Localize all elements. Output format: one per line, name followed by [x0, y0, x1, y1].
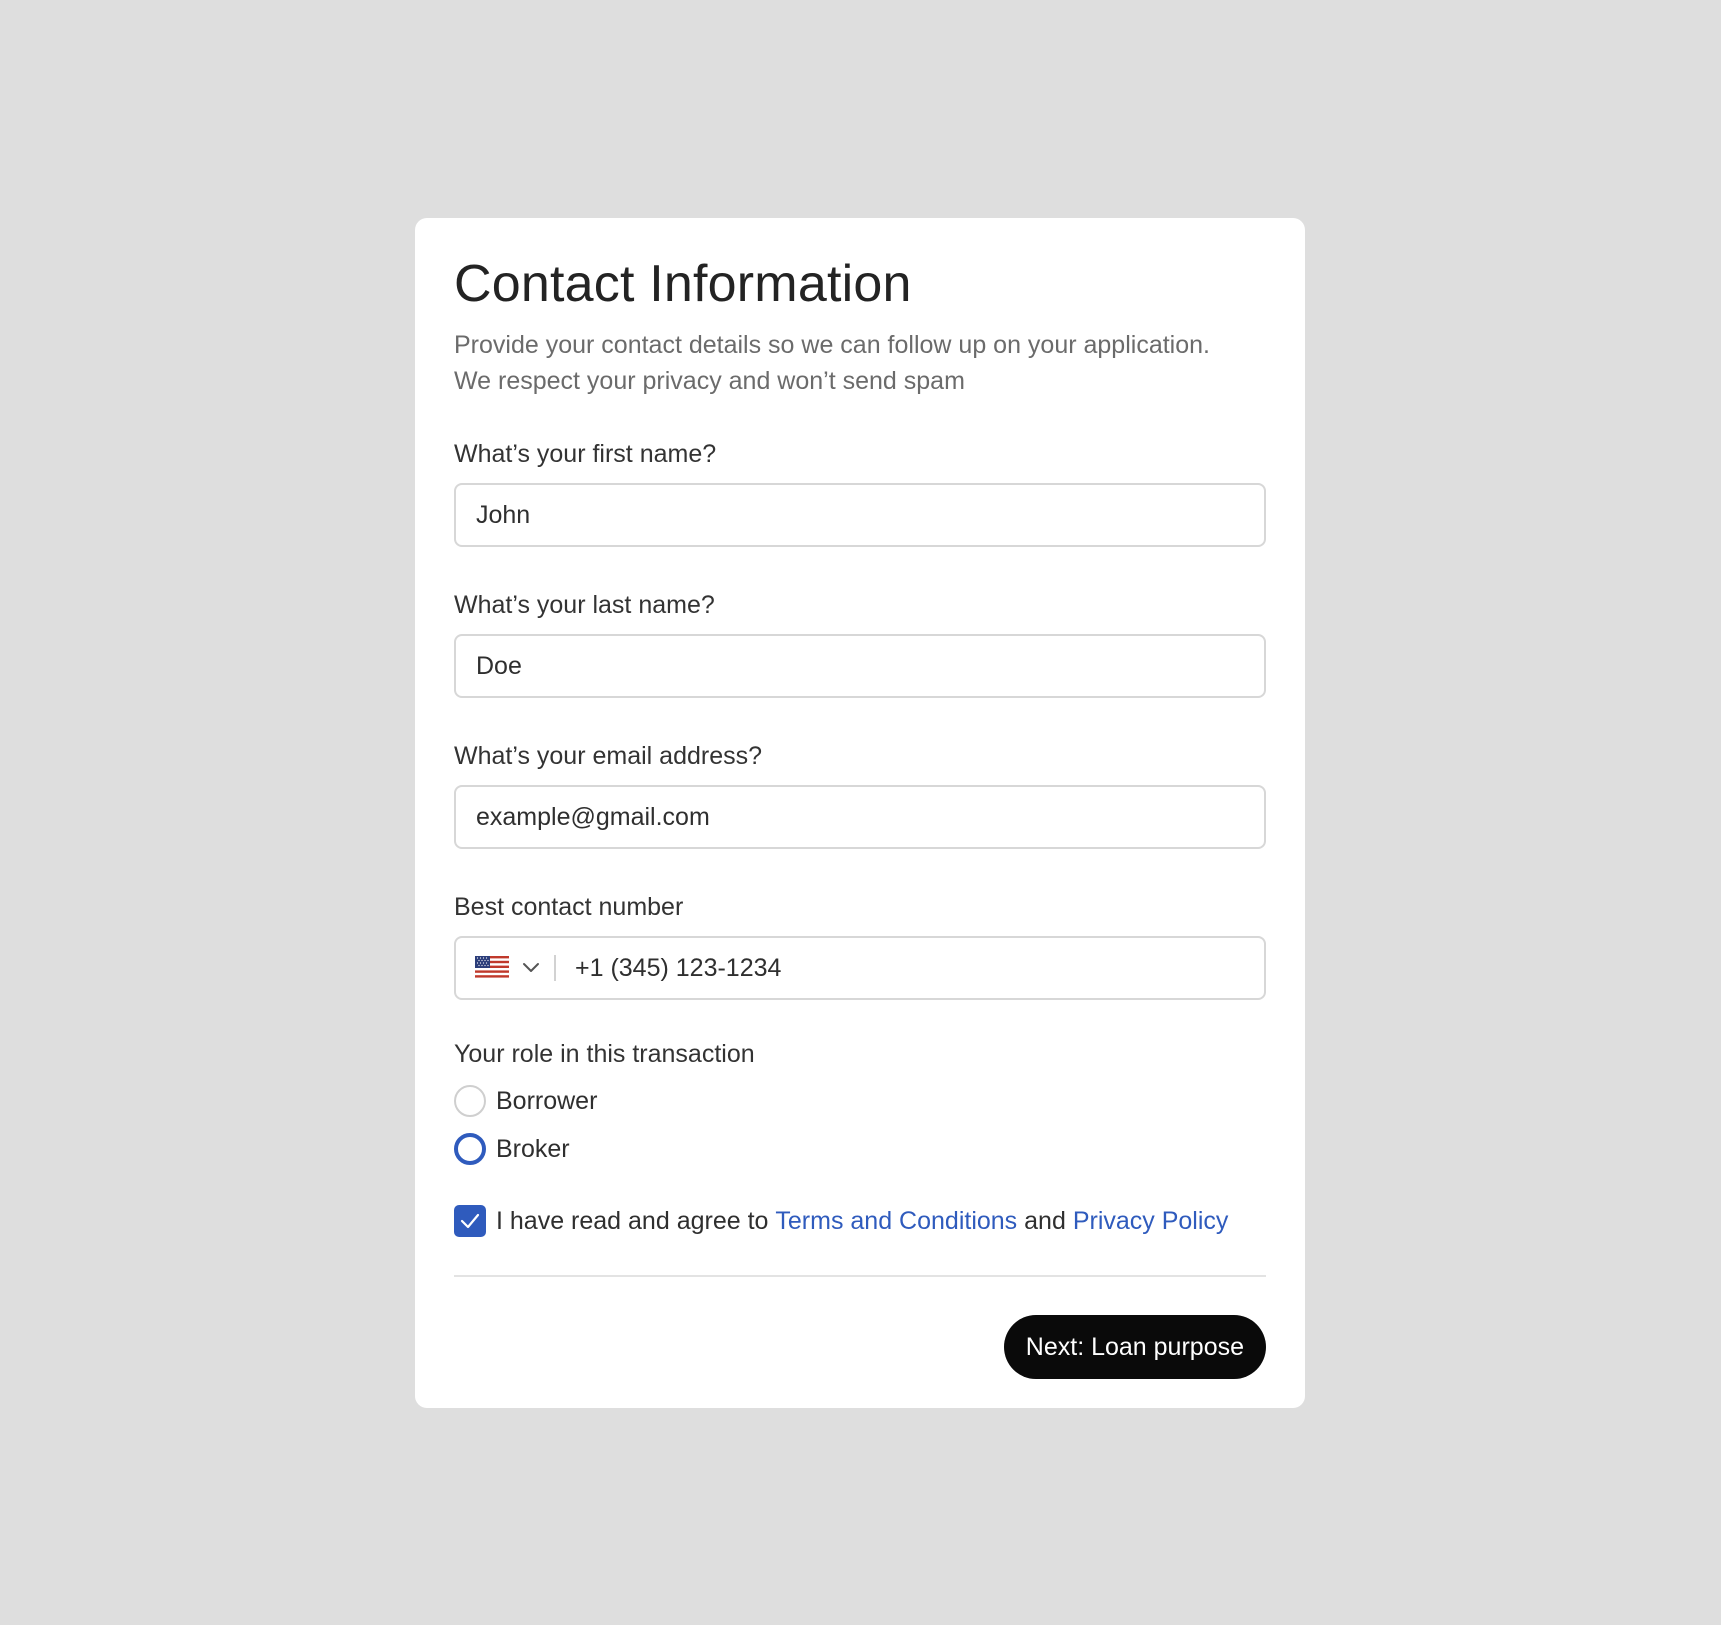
- first-name-label: What’s your first name?: [454, 440, 717, 469]
- phone-group: Best contact number +1 (345) 123-1234: [454, 892, 1266, 1001]
- subtitle-line-2: We respect your privacy and won’t send s…: [454, 367, 965, 396]
- terms-checkbox[interactable]: [454, 1205, 486, 1238]
- last-name-group: What’s your last name? Doe: [454, 590, 1266, 699]
- terms-and-conditions-link[interactable]: Terms and Conditions: [775, 1207, 1017, 1236]
- page-title: Contact Information: [454, 255, 912, 313]
- email-label: What’s your email address?: [454, 742, 763, 771]
- checkmark-icon: [460, 1214, 480, 1229]
- agreement-conjunction: and: [1024, 1206, 1066, 1235]
- email-field[interactable]: example@gmail.com: [454, 785, 1266, 850]
- first-name-group: What’s your first name? John: [454, 439, 1266, 548]
- phone-value[interactable]: +1 (345) 123-1234: [575, 954, 781, 983]
- page-subtitle: Provide your contact details so we can f…: [454, 327, 1266, 399]
- last-name-label: What’s your last name?: [454, 591, 715, 620]
- subtitle-line-1: Provide your contact details so we can f…: [454, 331, 1210, 360]
- phone-separator: [554, 955, 556, 982]
- role-option-borrower[interactable]: Borrower: [454, 1085, 1266, 1118]
- agreement-prefix: I have read and agree to: [496, 1206, 769, 1235]
- last-name-field[interactable]: Doe: [454, 634, 1266, 699]
- broker-label[interactable]: Broker: [496, 1135, 570, 1164]
- role-label: Your role in this transaction: [454, 1040, 755, 1069]
- next-loan-purpose-button[interactable]: Next: Loan purpose: [1003, 1315, 1266, 1380]
- last-name-value[interactable]: Doe: [476, 652, 522, 681]
- divider: [454, 1275, 1266, 1278]
- borrower-label[interactable]: Borrower: [496, 1087, 597, 1116]
- first-name-field[interactable]: John: [454, 483, 1266, 548]
- role-option-broker[interactable]: Broker: [454, 1133, 1266, 1166]
- email-value[interactable]: example@gmail.com: [476, 803, 710, 832]
- contact-information-card: Contact Information Provide your contact…: [415, 218, 1305, 1408]
- phone-label: Best contact number: [454, 893, 684, 922]
- chevron-down-icon[interactable]: [521, 958, 541, 978]
- privacy-policy-link[interactable]: Privacy Policy: [1073, 1207, 1229, 1236]
- form-footer: Next: Loan purpose: [454, 1315, 1266, 1380]
- broker-radio[interactable]: [454, 1133, 486, 1166]
- email-group: What’s your email address? example@gmail…: [454, 741, 1266, 850]
- terms-agreement-row: I have read and agree to Terms and Condi…: [454, 1205, 1266, 1238]
- us-flag-icon[interactable]: [475, 956, 509, 981]
- first-name-value[interactable]: John: [476, 501, 530, 530]
- borrower-radio[interactable]: [454, 1085, 486, 1118]
- phone-field[interactable]: +1 (345) 123-1234: [454, 936, 1266, 1001]
